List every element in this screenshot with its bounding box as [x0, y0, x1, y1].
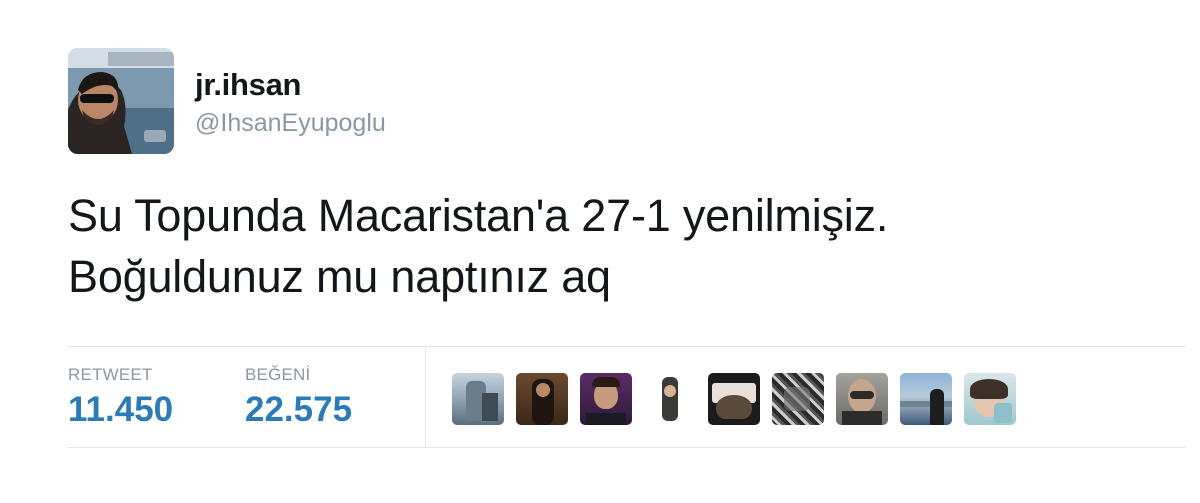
- avatar-photo: [68, 48, 174, 154]
- likes-label: BEĞENİ: [245, 365, 311, 384]
- tweet-text-line: Boğuldunuz mu naptınız aq: [68, 251, 611, 302]
- display-name[interactable]: jr.ihsan: [195, 67, 386, 103]
- liker-avatar[interactable]: [580, 373, 632, 425]
- liker-avatar[interactable]: [516, 373, 568, 425]
- retweets-stat[interactable]: RETWEET 11.450: [68, 365, 173, 430]
- tweet-card: jr.ihsan @IhsanEyupoglu Su Topunda Macar…: [0, 0, 1200, 503]
- retweets-label: RETWEET: [68, 365, 153, 384]
- liker-avatar[interactable]: [900, 373, 952, 425]
- user-names: jr.ihsan @IhsanEyupoglu: [195, 67, 386, 138]
- liker-avatars: [452, 373, 1016, 425]
- liker-avatar[interactable]: [452, 373, 504, 425]
- liker-avatar[interactable]: [644, 373, 696, 425]
- likes-count: 22.575: [245, 390, 353, 429]
- stats-divider: [425, 347, 426, 447]
- retweets-count: 11.450: [68, 390, 174, 429]
- liker-avatar[interactable]: [964, 373, 1016, 425]
- likes-stat[interactable]: BEĞENİ 22.575: [245, 365, 352, 430]
- tweet-text-line: Su Topunda Macaristan'a 27-1 yenilmişiz.: [68, 190, 889, 241]
- tweet-text: Su Topunda Macaristan'a 27-1 yenilmişiz.…: [68, 185, 1168, 307]
- tweet-header: jr.ihsan @IhsanEyupoglu: [68, 48, 386, 154]
- tweet-stats: RETWEET 11.450 BEĞENİ 22.575: [68, 346, 1186, 448]
- liker-avatar[interactable]: [708, 373, 760, 425]
- user-handle[interactable]: @IhsanEyupoglu: [195, 108, 386, 138]
- liker-avatar[interactable]: [772, 373, 824, 425]
- liker-avatar[interactable]: [836, 373, 888, 425]
- avatar[interactable]: [68, 48, 174, 154]
